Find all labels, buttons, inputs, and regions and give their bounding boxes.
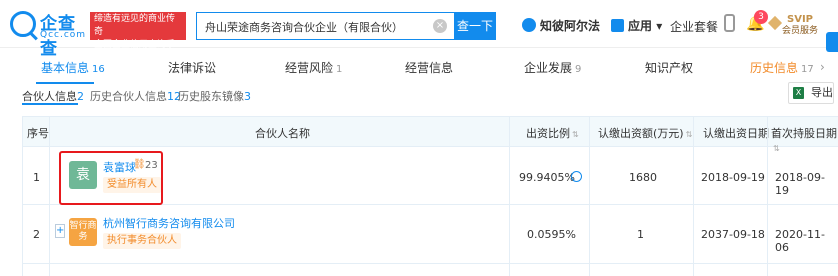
row-1-date: 2018-09-19 — [701, 171, 765, 184]
excel-icon: X — [793, 87, 804, 99]
sort-icon: ⇅ — [572, 130, 579, 139]
expand-icon[interactable]: + — [55, 224, 65, 238]
notification-badge: 3 — [754, 10, 768, 24]
partner-table: 序号 合伙人名称 出资比例 ⇅ 认缴出资额(万元) ⇅ 认缴出资日期 ⇅ 首次持股日期… — [22, 116, 838, 276]
table-header: 序号 合伙人名称 出资比例 ⇅ 认缴出资额(万元) ⇅ 认缴出资日期 ⇅ 首次持股日期… — [23, 117, 838, 153]
tab-label: 法律诉讼 — [168, 61, 217, 75]
col-amount[interactable]: 认缴出资额(万元) ⇅ — [598, 125, 692, 141]
nav-enterprise-suite[interactable]: 企业套餐 — [670, 18, 718, 35]
side-float-tab[interactable] — [826, 32, 838, 52]
tab-risk[interactable]: 经营风险 1 — [285, 59, 342, 76]
avatar: 智行商务 — [69, 218, 97, 246]
tab-label: 经营风险 — [285, 61, 334, 75]
tab-ip[interactable]: 知识产权 — [645, 59, 693, 76]
divider — [767, 117, 768, 276]
row-1-first-date: 2018-09-19 — [775, 171, 825, 197]
active-subtab-indicator — [22, 103, 78, 105]
row-1-amount: 1680 — [629, 171, 657, 184]
executive-partner-badge: 执行事务合伙人 — [103, 233, 181, 249]
vip-title: SVIP — [787, 14, 813, 25]
subtab-count: 2 — [77, 90, 84, 103]
tab-count: 16 — [92, 64, 105, 75]
subtab-label: 合伙人信息 — [22, 90, 77, 103]
tab-development[interactable]: 企业发展 9 — [524, 59, 581, 76]
tab-label: 企业发展 — [524, 61, 573, 75]
search-input[interactable]: 舟山荣途商务咨询合伙企业（有限合伙） — [196, 12, 454, 40]
row-2-date: 2037-09-18 — [701, 228, 765, 241]
tab-label: 基本信息 — [41, 61, 90, 75]
divider — [23, 263, 838, 264]
search-button[interactable]: 查一下 — [454, 12, 496, 40]
col-ratio[interactable]: 出资比例 ⇅ — [526, 125, 579, 141]
slogan-banner: 缔造有远见的商业传奇 全国企业信用查询系统 — [90, 12, 186, 63]
subtab-label: 历史股东镜像 — [178, 90, 244, 103]
page: 企查查 Qcc.com 缔造有远见的商业传奇 全国企业信用查询系统 舟山荣途商务… — [0, 0, 838, 276]
chevron-right-icon[interactable]: › — [820, 60, 825, 74]
nav-app[interactable]: 应用 ▾ — [611, 17, 662, 34]
nav-app-label: 应用 — [628, 19, 653, 33]
zhibo-icon — [522, 18, 536, 32]
sort-icon: ⇅ — [773, 144, 780, 153]
tab-label: 经营信息 — [405, 61, 454, 75]
tab-legal[interactable]: 法律诉讼 — [168, 59, 216, 76]
tab-count: 1 — [336, 64, 343, 75]
tab-count: 17 — [801, 64, 814, 75]
clear-icon[interactable]: × — [433, 19, 447, 33]
col-first-date-label: 首次持股日期 — [771, 127, 837, 140]
subtab-label: 历史合伙人信息 — [90, 90, 167, 103]
divider — [49, 117, 50, 276]
tab-basic-info[interactable]: 基本信息 16 — [41, 59, 105, 76]
tab-label: 历史信息 — [750, 61, 799, 75]
row-2-amount: 1 — [637, 228, 644, 241]
top-header: 企查查 Qcc.com 缔造有远见的商业传奇 全国企业信用查询系统 舟山荣途商务… — [0, 0, 838, 63]
partner-2-name-link[interactable]: 杭州智行商务咨询有限公司 — [103, 215, 235, 231]
divider — [693, 117, 694, 276]
slogan-line-1: 缔造有远见的商业传奇 — [94, 14, 176, 37]
nav-zhibo-alpha[interactable]: 知彼阿尔法 — [522, 17, 600, 34]
equity-chart-icon[interactable] — [571, 171, 582, 182]
col-amount-label: 认缴出资额(万元) — [598, 127, 684, 140]
row-1-index: 1 — [33, 171, 40, 184]
vip-diamond-icon — [767, 15, 783, 31]
tab-operation[interactable]: 经营信息 — [405, 59, 453, 76]
highlight-box — [59, 151, 163, 205]
logo-mark-icon — [10, 11, 36, 37]
logo[interactable]: 企查查 Qcc.com — [10, 9, 87, 59]
divider — [509, 117, 510, 276]
tab-label: 知识产权 — [645, 61, 694, 75]
subtab-count: 3 — [244, 90, 251, 103]
tab-history[interactable]: 历史信息 17 — [750, 59, 814, 76]
col-index: 序号 — [27, 127, 49, 140]
nav-zhibo-label: 知彼阿尔法 — [540, 19, 601, 33]
row-2-ratio: 0.0595% — [527, 228, 576, 241]
phone-icon[interactable] — [724, 14, 735, 32]
row-2-first-date: 2020-11-06 — [775, 228, 825, 254]
sort-icon: ⇅ — [685, 130, 693, 139]
divider — [589, 117, 590, 276]
vip-subtitle: 会员服务 — [782, 26, 819, 36]
subtab-shareholder-mirror[interactable]: 历史股东镜像3 — [178, 88, 251, 104]
row-1-ratio: 99.9405% — [519, 171, 575, 184]
vip-service[interactable]: SVIP 会员服务 — [782, 14, 818, 37]
col-name: 合伙人名称 — [255, 127, 310, 140]
main-tabs: 基本信息 16 法律诉讼 经营风险 1 经营信息 企业发展 9 知识产权 历史信息 17 — [0, 50, 838, 84]
app-grid-icon — [611, 19, 624, 32]
tab-count: 9 — [575, 64, 582, 75]
sub-tabs: 合伙人信息2 历史合伙人信息12 历史股东镜像3 — [0, 84, 838, 110]
logo-subtext: Qcc.com — [40, 30, 87, 40]
row-2-index: 2 — [33, 228, 40, 241]
chevron-down-icon: ▾ — [652, 19, 663, 33]
col-ratio-label: 出资比例 — [526, 127, 570, 140]
subtab-history-partner[interactable]: 历史合伙人信息12 — [90, 88, 181, 104]
col-date-label: 认缴出资日期 — [703, 127, 769, 140]
subtab-partner-info[interactable]: 合伙人信息2 — [22, 88, 84, 104]
col-first-date[interactable]: 首次持股日期 ⇅ — [771, 125, 838, 154]
